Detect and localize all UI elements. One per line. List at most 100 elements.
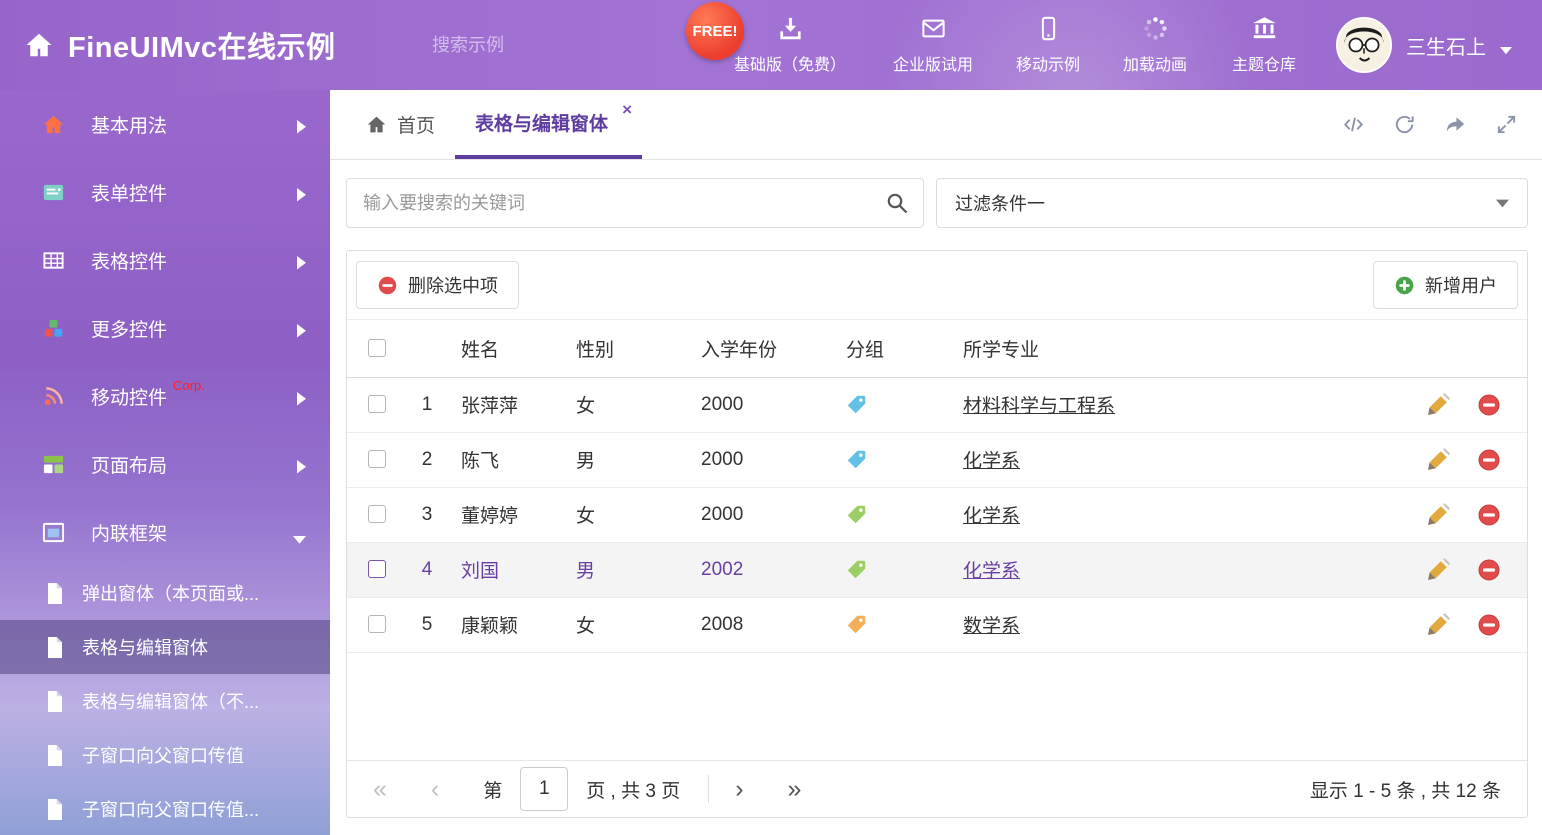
table-row-selected[interactable]: 4 刘国 男 2002 化学系 <box>347 542 1527 597</box>
sidebar-item-label: 页面布局 <box>91 451 167 478</box>
delete-row-icon[interactable] <box>1477 503 1501 527</box>
major-link[interactable]: 化学系 <box>963 561 1020 582</box>
tab-home[interactable]: 首页 <box>346 90 455 159</box>
sidebar-subitem-child-to-parent[interactable]: 子窗口向父窗口传值 <box>0 728 330 782</box>
cell-name: 董婷婷 <box>451 487 566 542</box>
sidebar-subitem-grid-edit-window-2[interactable]: 表格与编辑窗体（不... <box>0 674 330 728</box>
sidebar-subitem-label: 表格与编辑窗体（不... <box>82 688 259 714</box>
add-user-label: 新增用户 <box>1425 272 1497 298</box>
sidebar-item-more-controls[interactable]: 更多控件 <box>0 294 330 362</box>
nav-theme-repo[interactable]: 主题仓库 <box>1189 15 1339 75</box>
chevron-down-icon <box>293 528 306 537</box>
sidebar-item-mobile-controls[interactable]: 移动控件 Corp. <box>0 362 330 430</box>
frame-icon <box>42 521 65 544</box>
row-checkbox[interactable] <box>368 560 386 578</box>
file-icon <box>46 745 64 766</box>
cell-name: 张萍萍 <box>451 377 566 432</box>
bank-icon <box>1251 15 1278 42</box>
cell-checkbox <box>347 597 403 652</box>
major-link[interactable]: 化学系 <box>963 451 1020 472</box>
cell-index: 3 <box>403 487 451 542</box>
row-checkbox[interactable] <box>368 395 386 413</box>
home-icon <box>24 30 54 60</box>
header-search-input[interactable] <box>430 34 666 57</box>
tab-grid-edit-window[interactable]: 表格与编辑窗体 × <box>455 90 642 159</box>
header-group: 分组 <box>836 320 953 377</box>
cell-actions <box>1387 542 1527 597</box>
sidebar-item-inline-frame[interactable]: 内联框架 <box>0 498 330 566</box>
cell-gender: 女 <box>566 597 691 652</box>
first-page-button[interactable]: « <box>373 777 387 802</box>
fullscreen-icon[interactable] <box>1495 113 1518 136</box>
user-menu[interactable]: 三生石上 <box>1336 0 1512 90</box>
row-checkbox[interactable] <box>368 615 386 633</box>
prev-page-button[interactable]: ‹ <box>431 777 439 802</box>
major-link[interactable]: 材料科学与工程系 <box>963 396 1115 417</box>
major-link[interactable]: 数学系 <box>963 616 1020 637</box>
cell-checkbox <box>347 542 403 597</box>
form-icon <box>42 181 65 204</box>
sidebar-subitem-popup-window[interactable]: 弹出窗体（本页面或... <box>0 566 330 620</box>
row-checkbox[interactable] <box>368 505 386 523</box>
edit-icon[interactable] <box>1426 503 1450 527</box>
table-icon <box>42 249 65 272</box>
last-page-button[interactable]: » <box>788 777 802 802</box>
refresh-icon[interactable] <box>1393 113 1416 136</box>
file-icon <box>46 637 64 658</box>
edit-icon[interactable] <box>1426 448 1450 472</box>
plus-circle-icon <box>1394 275 1415 296</box>
search-icon[interactable] <box>885 191 909 215</box>
select-all-checkbox[interactable] <box>368 339 386 357</box>
table-row[interactable]: 2 陈飞 男 2000 化学系 <box>347 432 1527 487</box>
user-name: 三生石上 <box>1406 31 1486 60</box>
edit-icon[interactable] <box>1426 393 1450 417</box>
avatar <box>1336 17 1392 73</box>
sidebar-item-page-layout[interactable]: 页面布局 <box>0 430 330 498</box>
sidebar-item-grid-controls[interactable]: 表格控件 <box>0 226 330 294</box>
next-page-button[interactable]: › <box>735 777 743 802</box>
delete-selected-button[interactable]: 删除选中项 <box>356 261 519 309</box>
delete-row-icon[interactable] <box>1477 393 1501 417</box>
sidebar-subitem-child-to-parent-2[interactable]: 子窗口向父窗口传值... <box>0 782 330 835</box>
sidebar-item-label: 更多控件 <box>91 315 167 342</box>
app-title: FineUIMvc在线示例 <box>68 24 336 66</box>
share-icon[interactable] <box>1444 113 1467 136</box>
spinner-icon <box>1142 15 1169 42</box>
cell-checkbox <box>347 487 403 542</box>
table-row[interactable]: 5 康颖颖 女 2008 数学系 <box>347 597 1527 652</box>
app-header: FineUIMvc在线示例 FREE! 基础版（免费） 企业版试用 移动 <box>0 0 1542 90</box>
close-icon[interactable]: × <box>622 101 632 118</box>
cell-gender: 男 <box>566 542 691 597</box>
app-logo[interactable]: FineUIMvc在线示例 <box>24 0 336 90</box>
cell-year: 2000 <box>691 377 836 432</box>
mobile-icon <box>1035 15 1062 42</box>
filter-dropdown-value: 过滤条件一 <box>955 190 1045 216</box>
delete-row-icon[interactable] <box>1477 448 1501 472</box>
sidebar-item-form-controls[interactable]: 表单控件 <box>0 158 330 226</box>
delete-row-icon[interactable] <box>1477 558 1501 582</box>
sidebar: 基本用法 表单控件 表格控件 更多控件 移动控件 Corp. 页面布局 <box>0 90 330 835</box>
sidebar-item-basic-usage[interactable]: 基本用法 <box>0 90 330 158</box>
file-icon <box>46 799 64 820</box>
cell-major: 数学系 <box>953 597 1387 652</box>
keyword-search-input[interactable] <box>361 192 885 215</box>
page-label-after: 页 , 共 3 页 <box>586 776 680 803</box>
source-code-icon[interactable] <box>1342 113 1365 136</box>
filter-dropdown[interactable]: 过滤条件一 <box>936 178 1528 228</box>
table-row[interactable]: 3 董婷婷 女 2000 化学系 <box>347 487 1527 542</box>
row-checkbox[interactable] <box>368 450 386 468</box>
add-user-button[interactable]: 新增用户 <box>1373 261 1518 309</box>
sidebar-item-label: 表格控件 <box>91 247 167 274</box>
sidebar-subitem-grid-edit-window[interactable]: 表格与编辑窗体 <box>0 620 330 674</box>
cell-group <box>836 597 953 652</box>
edit-icon[interactable] <box>1426 613 1450 637</box>
sidebar-subitem-label: 子窗口向父窗口传值... <box>82 796 259 822</box>
page-number-input[interactable] <box>520 767 568 811</box>
edit-icon[interactable] <box>1426 558 1450 582</box>
table-row[interactable]: 1 张萍萍 女 2000 材料科学与工程系 <box>347 377 1527 432</box>
tab-tools <box>1342 90 1526 159</box>
delete-row-icon[interactable] <box>1477 613 1501 637</box>
sidebar-item-label: 内联框架 <box>91 519 167 546</box>
major-link[interactable]: 化学系 <box>963 506 1020 527</box>
home-icon <box>366 114 387 135</box>
